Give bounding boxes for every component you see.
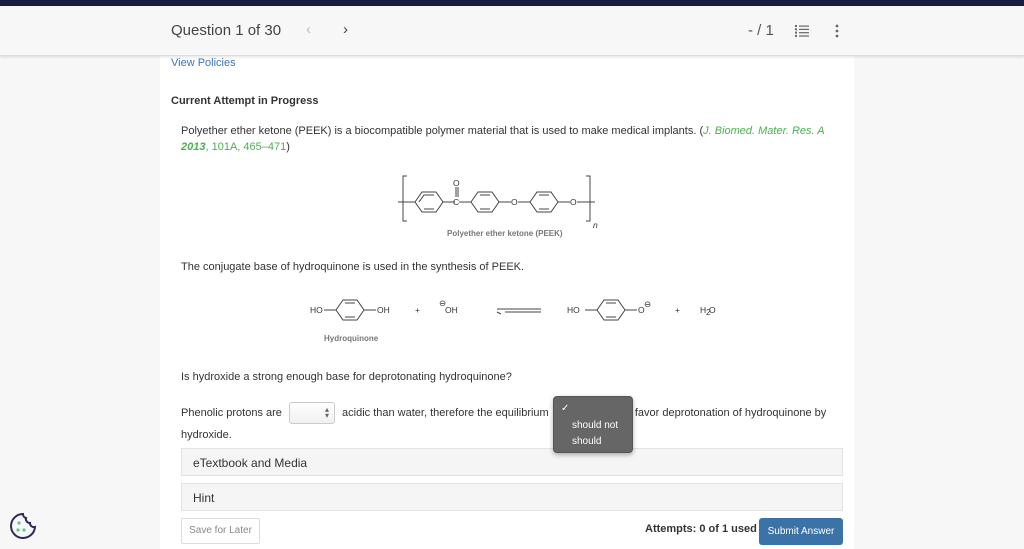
fill-in-part2: acidic than water, therefore the equilib… <box>342 407 549 419</box>
citation-close: ) <box>286 141 290 153</box>
view-policies-link[interactable]: View Policies <box>171 57 236 69</box>
fill-in-sentence: Phenolic protons are ▴ ▾ acidic than wate… <box>181 402 846 446</box>
atom-ether-o2: O <box>570 197 577 207</box>
question-counter: Question 1 of 30 <box>171 22 282 39</box>
select-arrows-icon: ▴ ▾ <box>324 405 329 421</box>
product-ho: HO <box>567 305 580 315</box>
intro-paragraph: Polyether ether ketone (PEEK) is a bioco… <box>181 123 831 155</box>
list-icon[interactable] <box>795 25 809 37</box>
acidity-select[interactable]: ▴ ▾ <box>288 402 335 425</box>
atom-ether-o1: O <box>511 197 518 207</box>
hydroquinone-ho: HO <box>310 305 323 315</box>
atom-carbon: C <box>453 197 459 207</box>
hint-accordion[interactable]: Hint <box>181 483 843 511</box>
equilibrium-dropdown-menu[interactable]: ✓ should not should <box>553 396 633 453</box>
peek-caption: Polyether ether ketone (PEEK) <box>447 229 563 238</box>
question-content: View Policies Current Attempt in Progres… <box>160 56 854 549</box>
question-prompt: Is hydroxide a strong enough base for de… <box>181 371 512 383</box>
plus-sign-2: + <box>675 305 680 315</box>
question-header: Question 1 of 30 ‹ › - / 1 <box>0 6 1024 56</box>
fill-in-part4: hydroxide. <box>181 429 232 442</box>
fill-in-part1: Phenolic protons are <box>181 407 282 419</box>
submit-answer-button[interactable]: Submit Answer <box>759 518 843 545</box>
option-should[interactable]: should <box>572 436 601 447</box>
deprotonation-reaction-figure: HO OH + ⊖ OH HO O ⊖ + H 2 O Hydroquinone <box>310 298 716 343</box>
attempts-counter: Attempts: 0 of 1 used <box>645 523 757 535</box>
hydroquinone-oh: OH <box>377 305 390 315</box>
citation-journal[interactable]: J. Biomed. Mater. Res. A <box>703 125 824 137</box>
hydroquinone-caption: Hydroquinone <box>324 334 379 343</box>
reaction-bonds <box>324 299 637 321</box>
attempt-heading: Current Attempt in Progress <box>171 95 319 107</box>
peek-structure-figure: O C O O n Polyether ether ketone (PEEK) <box>398 175 598 238</box>
checkmark-icon: ✓ <box>561 403 570 414</box>
chevron-left-icon[interactable]: ‹ <box>306 21 311 38</box>
cookie-icon[interactable] <box>8 511 38 541</box>
hydroxide-oh: OH <box>445 305 458 315</box>
water-o: O <box>709 305 716 315</box>
intro-text: Polyether ether ketone (PEEK) is a bioco… <box>181 125 704 137</box>
citation-rest[interactable]: , 101A, 465–471 <box>205 141 286 153</box>
phenoxide-charge: ⊖ <box>644 299 651 309</box>
save-for-later-button[interactable]: Save for Later <box>181 518 260 544</box>
plus-sign-1: + <box>415 305 420 315</box>
subscript-n: n <box>593 220 598 230</box>
more-vertical-icon[interactable] <box>834 24 840 38</box>
etextbook-media-accordion[interactable]: eTextbook and Media <box>181 448 843 476</box>
atom-carbonyl-o: O <box>453 178 460 188</box>
peek-bonds <box>398 175 595 222</box>
conjugate-base-text: The conjugate base of hydroquinone is us… <box>181 261 525 273</box>
question-score: - / 1 <box>748 22 774 39</box>
citation-year[interactable]: 2013 <box>181 141 205 153</box>
fill-in-part3: favor deprotonation of hydroquinone by <box>634 407 827 419</box>
option-should-not[interactable]: should not <box>572 420 618 431</box>
chevron-right-icon[interactable]: › <box>343 21 348 38</box>
